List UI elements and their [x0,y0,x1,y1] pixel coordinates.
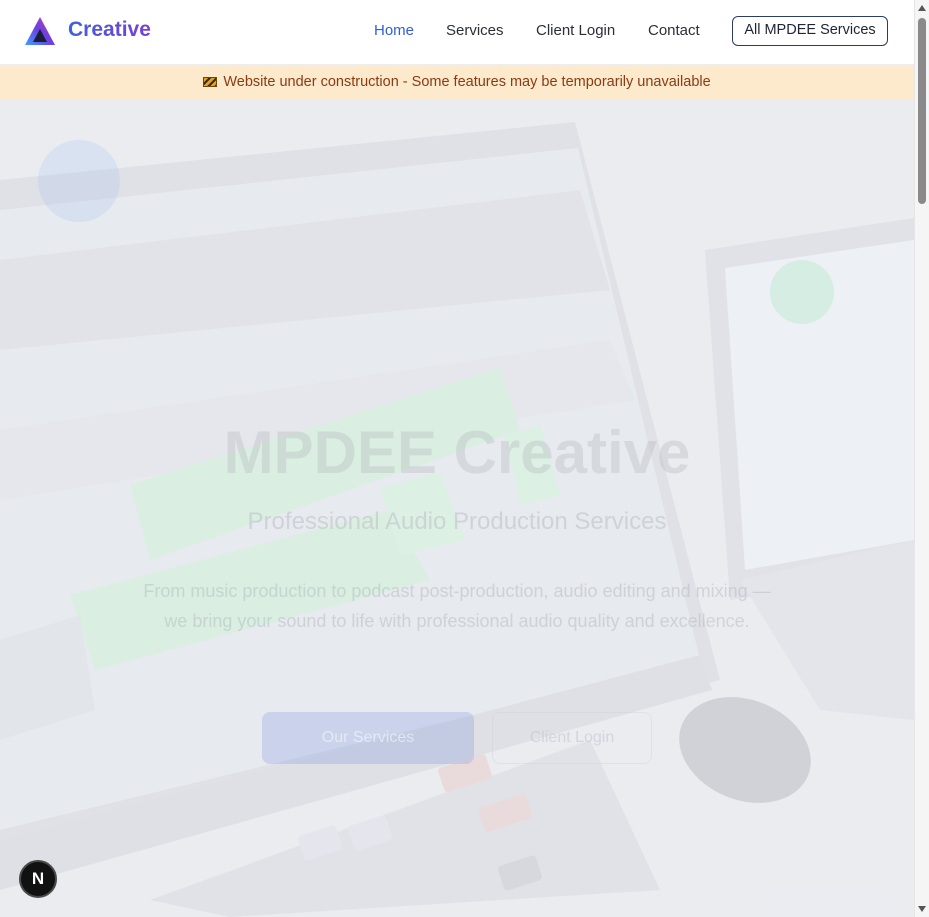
nav-contact[interactable]: Contact [648,22,700,39]
decorative-blob-blue [38,140,120,222]
decorative-blob-green [770,260,834,324]
logo-triangle-icon[interactable] [24,16,56,46]
our-services-button[interactable]: Our Services [262,712,474,764]
scrollbar-thumb[interactable] [918,18,926,204]
scroll-down-arrow-icon[interactable] [918,906,926,912]
construction-banner: Website under construction - Some featur… [0,64,914,100]
brand-name[interactable]: Creative [68,18,151,42]
site-header: Creative Home Services Client Login Cont… [0,0,914,65]
hero-subtitle: Professional Audio Production Services [247,508,667,535]
all-services-button[interactable]: All MPDEE Services [732,16,888,46]
scroll-up-arrow-icon[interactable] [918,5,926,11]
vertical-scrollbar[interactable] [914,0,929,917]
nav-home[interactable]: Home [374,22,414,39]
nextjs-icon[interactable]: N [19,860,57,898]
banner-text: Website under construction - Some featur… [223,74,711,90]
nav-client-login[interactable]: Client Login [536,22,615,39]
client-login-button[interactable]: Client Login [492,712,652,764]
hero-description: From music production to podcast post-pr… [143,581,771,631]
hero-title: MPDEE Creative [223,419,691,486]
hero-section: MPDEE Creative Professional Audio Produc… [0,100,914,917]
page: Creative Home Services Client Login Cont… [0,0,914,917]
construction-barrier-icon [203,77,218,87]
nav-services[interactable]: Services [446,22,504,39]
